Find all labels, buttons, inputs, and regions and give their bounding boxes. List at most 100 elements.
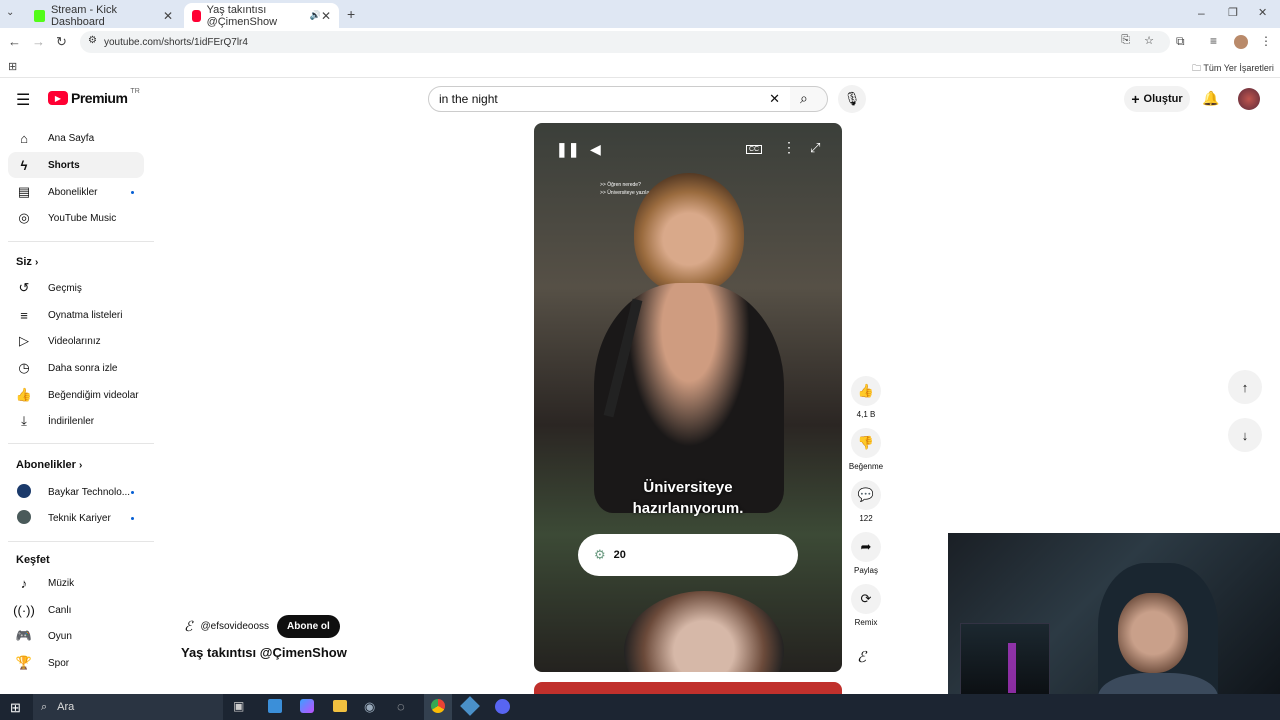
rgb-light — [1008, 643, 1016, 693]
search-input[interactable]: in the night ✕ — [428, 86, 791, 112]
url-field[interactable]: ⚙ youtube.com/shorts/1idFErQ7lr4 ⎘ ☆ — [80, 31, 1170, 53]
sidebar-item-music[interactable]: ♪ Müzik — [8, 570, 144, 596]
volume-icon[interactable]: ◀ — [590, 141, 601, 158]
sidebar-item-label: Oyun — [48, 630, 72, 642]
like-button[interactable]: 👍 — [851, 376, 881, 406]
minimize-icon[interactable]: – — [1198, 6, 1205, 20]
your-videos-icon: ▷ — [19, 333, 29, 348]
sidebar-item-subscriptions[interactable]: ▤ Abonelikler — [8, 179, 144, 205]
taskbar-search-label: Ara — [57, 701, 75, 713]
short-video-player[interactable]: ❚❚ ◀ CC ⋮ ⤢ >> Öğren nerede? >> Üniversi… — [534, 123, 842, 672]
audio-icon[interactable]: 🔊 — [310, 10, 321, 21]
thumbs-down-icon: 👎 — [857, 435, 875, 450]
sidebar-item-downloads[interactable]: ⤓ İndirilenler — [8, 408, 144, 434]
liked-icon: 👍 — [15, 387, 33, 402]
clear-search-icon[interactable]: ✕ — [769, 91, 780, 107]
new-tab-icon[interactable]: + — [347, 6, 355, 22]
url-text: youtube.com/shorts/1idFErQ7lr4 — [104, 36, 248, 48]
playlists-icon: ≡ — [20, 307, 28, 323]
browser-menu-icon[interactable]: ⋮ — [1260, 34, 1272, 48]
tab-kick-dashboard[interactable]: Stream - Kick Dashboard ✕ — [26, 3, 181, 28]
section-you[interactable]: Siz › — [16, 256, 38, 268]
sidebar-item-gaming[interactable]: 🎮 Oyun — [8, 623, 144, 649]
pause-icon[interactable]: ❚❚ — [556, 141, 579, 158]
restore-icon[interactable]: ❐ — [1228, 6, 1238, 19]
app-icon[interactable] — [268, 699, 282, 713]
create-button[interactable]: + Oluştur — [1124, 86, 1190, 112]
sidebar-item-liked-videos[interactable]: 👍 Beğendiğim videolar — [8, 382, 144, 408]
task-view-icon[interactable]: ▣ — [233, 699, 244, 713]
overlay-pill: ⚙ 20 — [578, 534, 798, 576]
fullscreen-icon[interactable]: ⤢ — [810, 140, 820, 156]
previous-short-button[interactable]: ↑ — [1228, 370, 1262, 404]
channel-handle[interactable]: @efsovideooss — [200, 621, 269, 632]
sidebar-item-channel[interactable]: Baykar Technolo... — [8, 479, 144, 505]
account-avatar[interactable] — [1238, 88, 1260, 110]
captions-icon[interactable]: CC — [746, 145, 763, 154]
sidebar-item-live[interactable]: ((·)) Canlı — [8, 597, 144, 623]
all-bookmarks[interactable]: 🗀 Tüm Yer İşaretleri — [1192, 61, 1274, 77]
install-icon[interactable]: ⎘ — [1121, 34, 1130, 47]
sidebar-item-watch-later[interactable]: ◷ Daha sonra izle — [8, 355, 144, 381]
remix-label: Remix — [854, 618, 878, 627]
sidebar-item-your-videos[interactable]: ▷ Videolarınız — [8, 328, 144, 354]
voice-search-icon[interactable]: 🎙 — [838, 85, 866, 113]
app-icon[interactable] — [460, 696, 480, 716]
sidebar-item-shorts[interactable]: ϟ Shorts — [8, 152, 144, 178]
forward-icon[interactable]: → — [32, 34, 45, 49]
media-icon[interactable]: ≡ — [1210, 34, 1217, 48]
sidebar-item-channel[interactable]: Teknik Kariyer — [8, 505, 144, 531]
tab-youtube-short[interactable]: Yaş takıntısı @ÇimenShow 🔊 ✕ — [184, 3, 339, 28]
next-short-button[interactable]: ↓ — [1228, 418, 1262, 452]
music-note-icon: ♪ — [20, 575, 28, 591]
sidebar-item-label: YouTube Music — [48, 212, 117, 224]
section-title: Siz — [16, 256, 32, 268]
tab-close-icon[interactable]: ✕ — [321, 9, 331, 23]
discord-icon[interactable] — [495, 699, 510, 714]
download-icon: ⤓ — [21, 413, 27, 428]
subscribe-button[interactable]: Abone ol — [277, 615, 340, 638]
sidebar-item-label: Ana Sayfa — [48, 132, 95, 144]
live-icon: ((·)) — [13, 602, 35, 618]
sidebar-item-history[interactable]: ↺ Geçmiş — [8, 275, 144, 301]
remix-button[interactable]: ⟳ — [851, 584, 881, 614]
steam-icon[interactable]: ◉ — [364, 699, 375, 715]
more-options-icon[interactable]: ⋮ — [782, 139, 796, 156]
site-info-icon[interactable]: ⚙ — [88, 35, 97, 46]
back-icon[interactable]: ← — [8, 34, 21, 49]
share-button[interactable]: ➦ — [851, 532, 881, 562]
profile-avatar[interactable] — [1234, 35, 1248, 49]
music-icon: ◎ — [18, 210, 30, 225]
apps-grid-icon[interactable]: ⊞ — [8, 60, 17, 73]
sidebar-item-youtube-music[interactable]: ◎ YouTube Music — [8, 205, 144, 231]
copilot-icon[interactable] — [300, 699, 314, 713]
window-close-icon[interactable]: ✕ — [1258, 6, 1267, 19]
search-button[interactable]: ⌕ — [790, 86, 828, 112]
menu-icon[interactable]: ☰ — [16, 90, 30, 110]
taskbar-search[interactable]: ⌕ Ara — [33, 694, 223, 720]
home-icon: ⌂ — [20, 130, 28, 146]
obs-icon[interactable]: ◌ — [397, 699, 405, 714]
sidebar-item-home[interactable]: ⌂ Ana Sayfa — [8, 125, 144, 151]
comments-button[interactable]: 💬 — [851, 480, 881, 510]
section-subscriptions[interactable]: Abonelikler › — [16, 459, 82, 471]
next-short-preview[interactable] — [534, 682, 842, 694]
sidebar-item-label: Beğendiğim videolar — [48, 389, 139, 401]
file-explorer-icon[interactable] — [333, 700, 347, 712]
tab-list-icon[interactable]: ⌄ — [6, 7, 14, 18]
extensions-icon[interactable]: ⧉ — [1176, 34, 1185, 49]
chrome-taskbar-active[interactable] — [424, 694, 452, 720]
channel-logo[interactable]: ℰ — [184, 618, 192, 635]
bookmark-star-icon[interactable]: ☆ — [1144, 34, 1154, 47]
reload-icon[interactable]: ↻ — [56, 34, 67, 50]
notifications-icon[interactable]: 🔔 — [1202, 90, 1219, 107]
audio-source-icon[interactable]: ℰ — [857, 648, 866, 666]
dislike-button[interactable]: 👎 — [851, 428, 881, 458]
windows-start-icon[interactable]: ⊞ — [10, 700, 21, 716]
sidebar-item-playlists[interactable]: ≡ Oynatma listeleri — [8, 302, 144, 328]
sidebar-item-sports[interactable]: 🏆 Spor — [8, 650, 144, 676]
youtube-premium-logo[interactable]: ▶ Premium TR — [48, 88, 140, 106]
logo-text: Premium — [71, 90, 128, 106]
youtube-icon — [192, 9, 201, 22]
tab-close-icon[interactable]: ✕ — [163, 9, 173, 23]
